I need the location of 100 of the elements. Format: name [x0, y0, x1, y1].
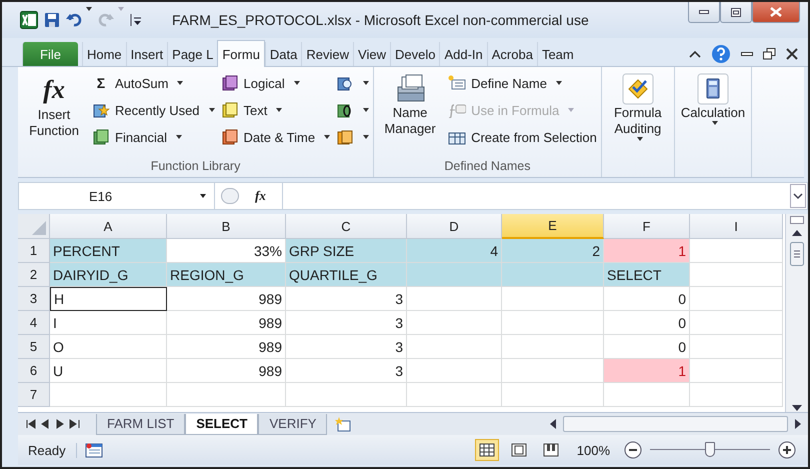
- collapse-ribbon-icon[interactable]: [689, 49, 701, 59]
- help-icon[interactable]: [711, 44, 731, 64]
- table-cell: 3: [286, 311, 407, 335]
- tag-icon[interactable]: [448, 75, 466, 91]
- zoom-level[interactable]: 100%: [570, 442, 616, 458]
- row-header[interactable]: 2: [18, 263, 50, 287]
- scroll-right-icon[interactable]: [794, 419, 802, 429]
- caret-icon[interactable]: [324, 135, 330, 139]
- ribbon-tab[interactable]: Acroba: [486, 42, 537, 66]
- insert-sheet-icon[interactable]: [335, 416, 354, 432]
- file-tab[interactable]: File: [22, 42, 78, 66]
- row-header[interactable]: 1: [18, 239, 50, 263]
- caret-icon[interactable]: [208, 108, 215, 112]
- command-label[interactable]: Text: [244, 102, 268, 118]
- star-book-icon[interactable]: [92, 102, 110, 118]
- minimize-button[interactable]: [688, 2, 720, 23]
- ribbon-tab[interactable]: Data: [264, 42, 302, 66]
- large-ribbon-button[interactable]: Formula Auditing: [606, 69, 670, 177]
- ribbon-tab[interactable]: Formu: [217, 40, 265, 67]
- ribbon-tab[interactable]: Insert: [126, 42, 168, 66]
- ribbon-tab[interactable]: Review: [301, 42, 354, 66]
- command-label[interactable]: Date & Time: [244, 130, 316, 144]
- caret-icon[interactable]: [294, 81, 300, 85]
- scroll-thumb-icon[interactable]: [790, 242, 804, 266]
- command-label[interactable]: AutoSum: [115, 76, 168, 90]
- book-icon[interactable]: [220, 75, 239, 91]
- maximize-button[interactable]: [720, 2, 752, 23]
- zoom-in-icon[interactable]: [778, 441, 796, 459]
- caret-icon[interactable]: [363, 81, 370, 85]
- column-header[interactable]: D: [407, 214, 502, 239]
- scroll-up-icon[interactable]: [792, 229, 802, 237]
- sheet-tab[interactable]: VERIFY: [258, 414, 328, 434]
- caret-icon[interactable]: [363, 108, 370, 112]
- split-handle-icon[interactable]: [790, 216, 804, 224]
- sheet-tab[interactable]: SELECT: [185, 414, 258, 434]
- restore-icon[interactable]: [763, 48, 776, 60]
- customize-toolbar-icon[interactable]: [130, 13, 142, 27]
- table-cell: 2: [502, 239, 604, 263]
- status-text: Ready: [28, 442, 77, 458]
- table-cell: 0: [604, 311, 690, 335]
- view-button[interactable]: [474, 439, 499, 461]
- column-header[interactable]: C: [286, 214, 407, 239]
- column-header[interactable]: E: [502, 214, 604, 239]
- table-cell: 989: [167, 335, 286, 359]
- row-header[interactable]: 4: [18, 311, 50, 335]
- scroll-left-icon[interactable]: [549, 419, 558, 429]
- macro-record-icon[interactable]: [84, 442, 103, 458]
- save-icon[interactable]: [44, 12, 60, 28]
- minimize-icon[interactable]: [741, 52, 753, 56]
- row-header[interactable]: 3: [18, 287, 50, 311]
- ribbon-tab[interactable]: Add-In: [439, 42, 487, 66]
- row-header[interactable]: 7: [18, 383, 50, 407]
- large-ribbon-button[interactable]: Name Manager: [378, 69, 442, 159]
- caret-icon[interactable]: [200, 194, 206, 198]
- book-icon[interactable]: [336, 75, 354, 91]
- command-label[interactable]: Create from Selection: [471, 130, 597, 144]
- large-ribbon-button[interactable]: Calculation: [678, 69, 748, 177]
- large-ribbon-button[interactable]: fx Insert Function: [22, 69, 86, 159]
- group-label: Defined Names: [443, 159, 532, 175]
- command-label[interactable]: Financial: [115, 130, 168, 144]
- ribbon-tab[interactable]: Develo: [390, 42, 440, 66]
- close-button[interactable]: [752, 2, 800, 23]
- column-header[interactable]: A: [50, 214, 167, 239]
- row-header[interactable]: 5: [18, 335, 50, 359]
- caret-icon[interactable]: [177, 81, 184, 85]
- sheet-tab[interactable]: FARM LIST: [96, 414, 186, 434]
- expand-icon[interactable]: [790, 184, 806, 208]
- ribbon-tab[interactable]: Team: [536, 42, 578, 66]
- page-break-icon[interactable]: [542, 443, 559, 457]
- command-label[interactable]: Logical: [244, 76, 285, 90]
- column-header[interactable]: I: [690, 214, 783, 239]
- table-cell: 989: [167, 359, 286, 383]
- table-cell: 989: [167, 287, 286, 311]
- command-label[interactable]: Recently Used: [115, 102, 200, 118]
- ribbon-tab[interactable]: Home: [82, 42, 126, 66]
- slider-thumb[interactable]: [705, 442, 715, 457]
- name-box[interactable]: E16: [19, 183, 215, 209]
- page-layout-icon[interactable]: [510, 443, 527, 457]
- formula-icon: [448, 102, 466, 118]
- caret-icon[interactable]: [276, 108, 282, 112]
- table-cell: H: [50, 287, 167, 311]
- table-cell: GRP SIZE: [286, 239, 407, 263]
- column-header[interactable]: B: [167, 214, 286, 239]
- table-cell: 989: [167, 311, 286, 335]
- ribbon-tab[interactable]: View: [353, 42, 390, 66]
- insert-function-label[interactable]: fx: [245, 188, 276, 204]
- sigma-label[interactable]: Σ: [92, 75, 110, 91]
- close-icon[interactable]: [786, 48, 798, 60]
- command-label[interactable]: Define Name: [471, 76, 547, 90]
- row-header[interactable]: 6: [18, 359, 50, 383]
- book-icon[interactable]: [220, 129, 239, 145]
- caret-icon[interactable]: [556, 81, 562, 85]
- table-cell: 3: [286, 335, 407, 359]
- vertical-scrollbar[interactable]: [785, 214, 808, 412]
- zoom-out-icon[interactable]: [624, 441, 642, 459]
- normal-view-icon[interactable]: [478, 443, 495, 457]
- column-header[interactable]: F: [604, 214, 690, 239]
- undo-icon[interactable]: [66, 12, 82, 28]
- caret-icon[interactable]: [363, 135, 370, 139]
- caret-icon[interactable]: [176, 135, 182, 139]
